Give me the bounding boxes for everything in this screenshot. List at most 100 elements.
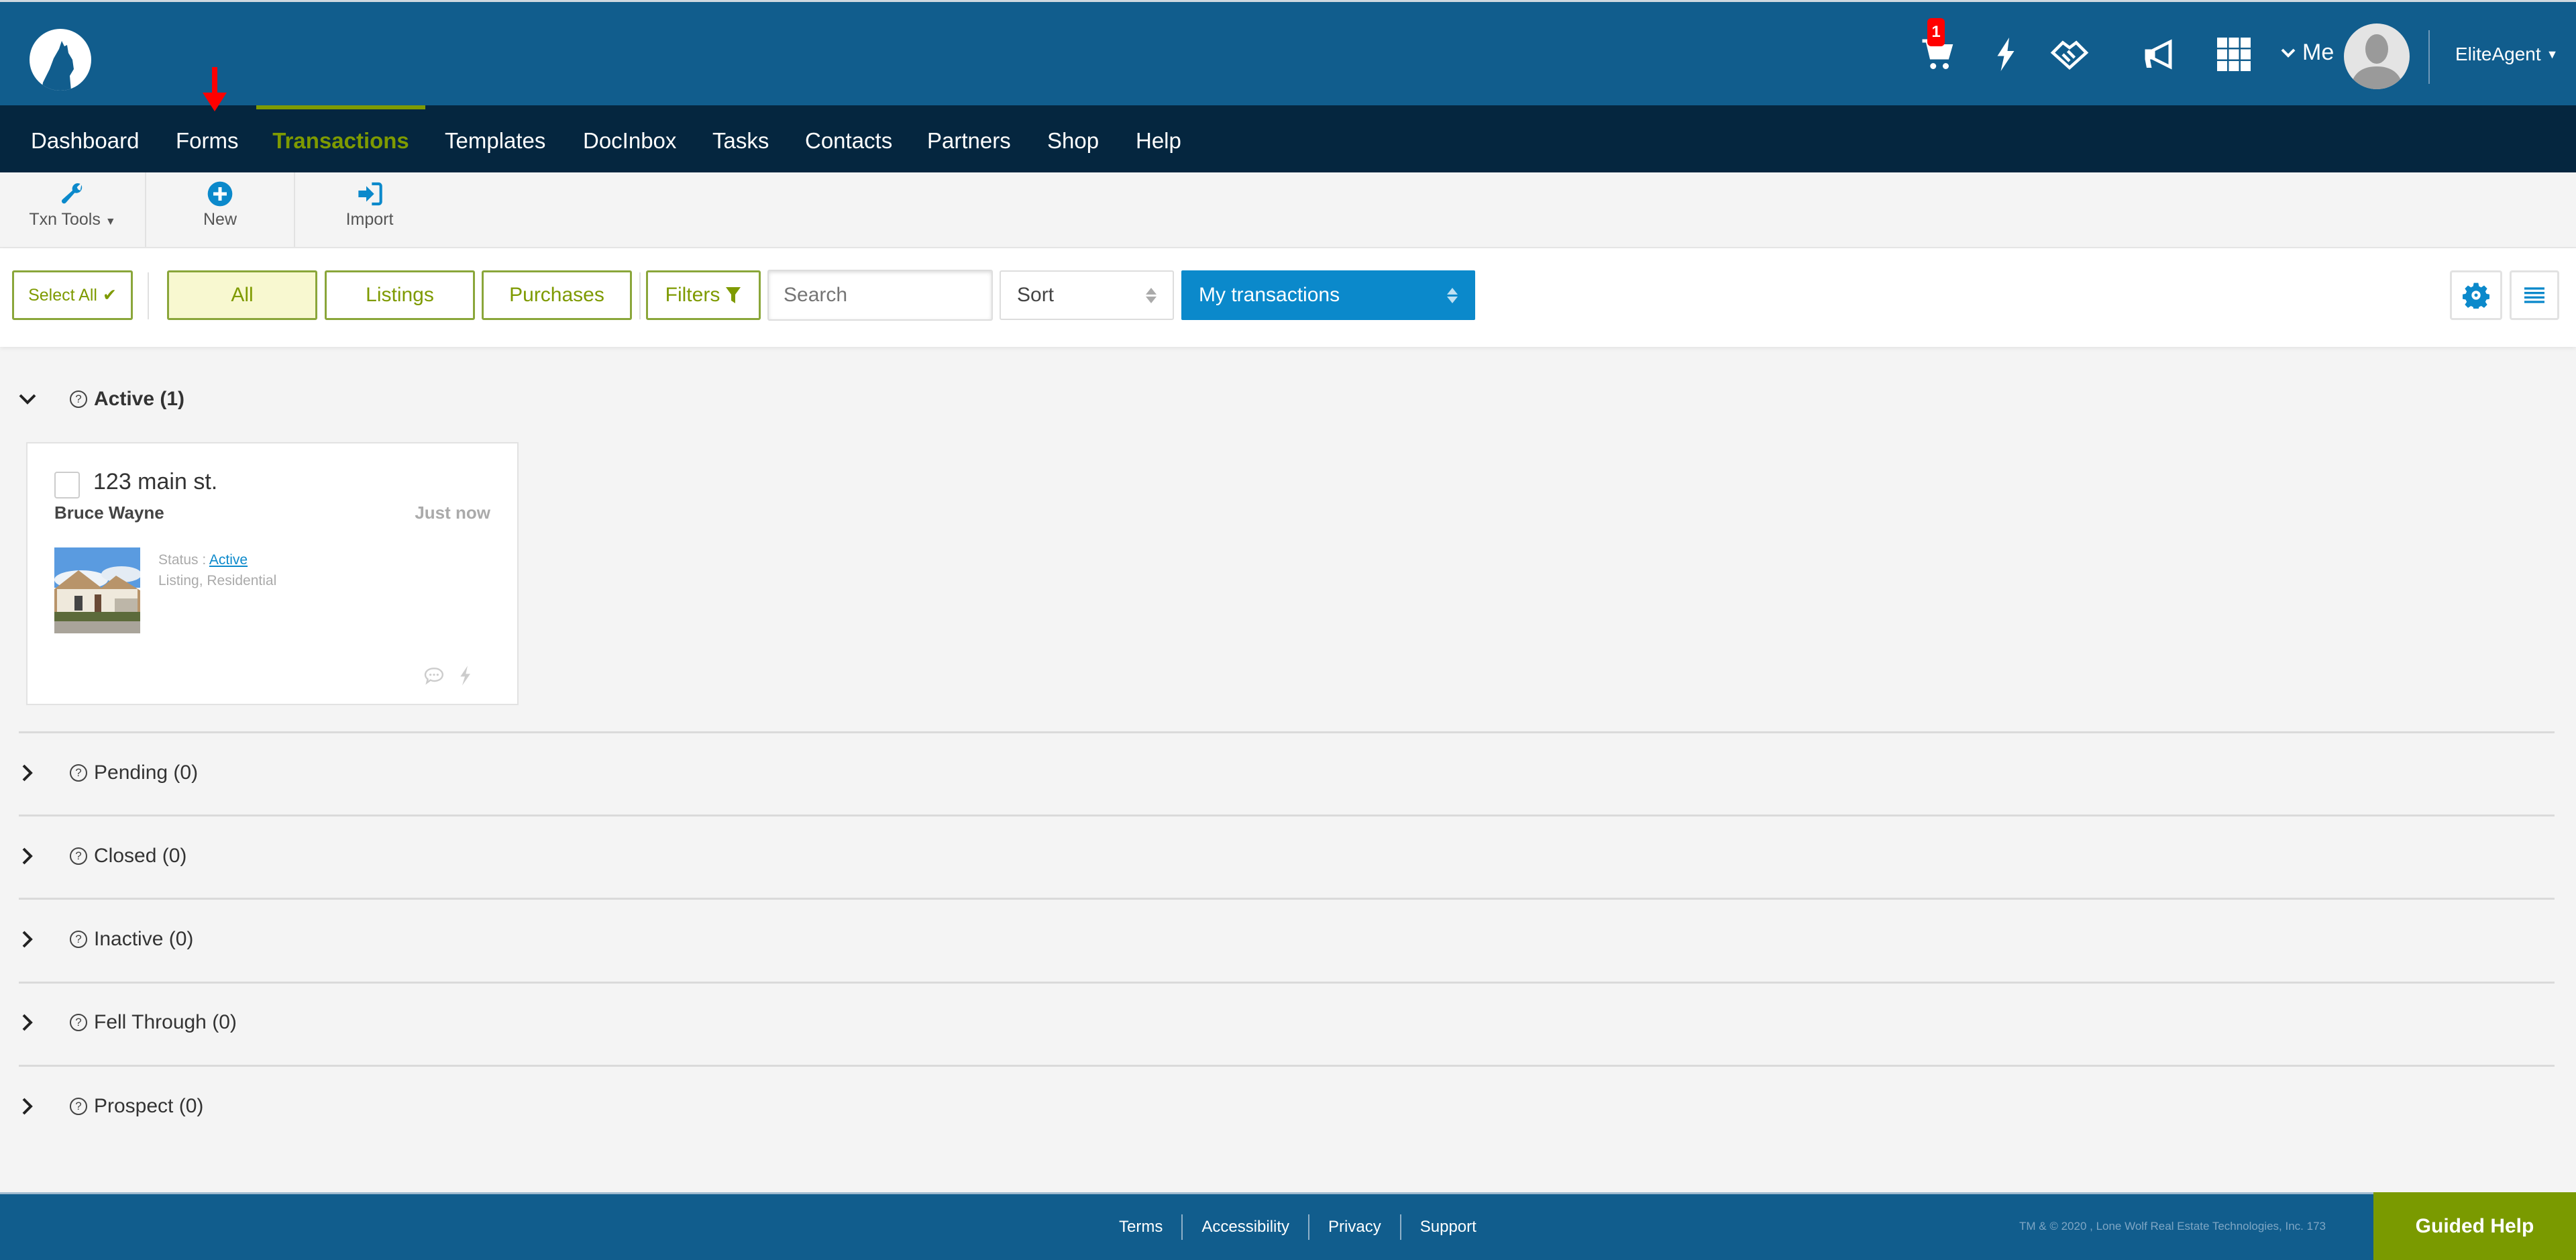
chevron-right-icon <box>17 846 38 866</box>
section-divider <box>19 982 2555 984</box>
cart-badge: 1 <box>1927 18 1945 46</box>
list-icon <box>2524 287 2544 303</box>
me-menu[interactable]: Me <box>2281 40 2334 66</box>
nav-templates[interactable]: Templates <box>445 105 545 172</box>
select-all-button[interactable]: Select All ✔ <box>12 270 133 320</box>
chevron-down-icon <box>17 389 38 409</box>
top-header: 1 Me EliteAgent ▼ <box>0 0 2576 105</box>
section-divider <box>19 898 2555 900</box>
lightning-icon[interactable] <box>454 664 476 688</box>
chevron-right-icon <box>17 763 38 783</box>
nav-transactions[interactable]: Transactions <box>256 105 425 172</box>
user-silhouette-icon <box>2351 34 2403 89</box>
sign-in-icon <box>356 180 383 207</box>
apps-grid-icon[interactable] <box>2214 34 2254 74</box>
sort-arrows-icon <box>1447 287 1458 303</box>
section-divider <box>19 731 2555 733</box>
card-type: Listing, Residential <box>158 573 277 588</box>
account-label: EliteAgent <box>2455 44 2541 64</box>
red-arrow-annotation-icon <box>203 67 227 111</box>
txn-tools-label: Txn Tools <box>29 210 101 229</box>
nav-forms[interactable]: Forms <box>176 105 239 172</box>
select-all-label: Select All <box>28 285 97 305</box>
section-label: Fell Through (0) <box>94 1011 237 1033</box>
megaphone-icon[interactable] <box>2140 34 2180 74</box>
card-timestamp: Just now <box>415 503 490 523</box>
help-circle-icon[interactable]: ? <box>70 931 87 948</box>
main-nav: Dashboard Forms Transactions Templates D… <box>0 105 2576 172</box>
list-view-button[interactable] <box>2510 270 2559 320</box>
me-label: Me <box>2302 40 2334 65</box>
tab-purchases[interactable]: Purchases <box>482 270 632 320</box>
new-button[interactable]: New <box>146 172 295 247</box>
toolbar: Txn Tools ▼ New Import <box>0 172 2576 248</box>
card-address[interactable]: 123 main st. <box>93 469 217 495</box>
nav-tasks[interactable]: Tasks <box>712 105 769 172</box>
header-divider <box>2428 30 2430 84</box>
scope-label: My transactions <box>1199 284 1340 306</box>
transaction-card[interactable]: 123 main st. Bruce Wayne Just now Status… <box>26 442 519 705</box>
lone-wolf-logo[interactable] <box>30 29 91 91</box>
filter-separator <box>148 272 149 319</box>
tab-listings[interactable]: Listings <box>325 270 475 320</box>
wolf-icon <box>42 41 74 91</box>
help-circle-icon[interactable]: ? <box>70 847 87 865</box>
settings-button[interactable] <box>2450 270 2502 320</box>
property-thumbnail[interactable] <box>54 547 140 633</box>
footer-support-link[interactable]: Support <box>1401 1218 1495 1237</box>
account-menu[interactable]: EliteAgent ▼ <box>2455 44 2558 65</box>
tab-all[interactable]: All <box>167 270 317 320</box>
chevron-down-icon <box>2281 48 2296 58</box>
funnel-icon <box>726 287 741 303</box>
nav-dashboard[interactable]: Dashboard <box>31 105 139 172</box>
sort-arrows-icon <box>1146 287 1157 303</box>
section-divider <box>19 815 2555 817</box>
import-label: Import <box>345 210 394 229</box>
import-button[interactable]: Import <box>295 172 444 247</box>
section-label: Inactive (0) <box>94 928 194 950</box>
caret-down-icon: ▼ <box>105 216 116 227</box>
sort-select[interactable]: Sort <box>1000 270 1174 320</box>
help-circle-icon[interactable]: ? <box>70 390 87 408</box>
nav-shop[interactable]: Shop <box>1047 105 1099 172</box>
sort-label: Sort <box>1017 284 1055 306</box>
filter-bar: Select All ✔ All Listings Purchases Filt… <box>0 248 2576 347</box>
section-divider <box>19 1065 2555 1067</box>
section-label: Pending (0) <box>94 762 199 784</box>
footer-links: Terms Accessibility Privacy Support <box>1100 1194 1495 1260</box>
gear-icon <box>2463 282 2489 309</box>
section-label: Active (1) <box>94 388 185 410</box>
new-label: New <box>203 210 237 229</box>
footer-accessibility-link[interactable]: Accessibility <box>1183 1218 1308 1237</box>
avatar[interactable] <box>2344 23 2410 89</box>
guided-help-button[interactable]: Guided Help <box>2373 1192 2576 1260</box>
nav-partners[interactable]: Partners <box>927 105 1011 172</box>
plus-circle-icon <box>207 180 233 207</box>
handshake-icon[interactable] <box>2049 34 2090 74</box>
filters-button[interactable]: Filters <box>646 270 761 320</box>
status-link[interactable]: Active <box>209 552 248 568</box>
txn-tools-button[interactable]: Txn Tools ▼ <box>0 172 146 247</box>
footer-privacy-link[interactable]: Privacy <box>1309 1218 1400 1237</box>
nav-docinbox[interactable]: DocInbox <box>583 105 676 172</box>
help-circle-icon[interactable]: ? <box>70 1014 87 1031</box>
filter-separator <box>639 272 641 319</box>
wrench-icon <box>59 180 86 207</box>
search-input[interactable] <box>767 270 993 321</box>
help-circle-icon[interactable]: ? <box>70 1098 87 1115</box>
chevron-right-icon <box>17 1096 38 1116</box>
transaction-scope-select[interactable]: My transactions <box>1181 270 1475 320</box>
nav-help[interactable]: Help <box>1136 105 1181 172</box>
card-status: Status : Active <box>158 552 248 568</box>
card-checkbox[interactable] <box>54 472 80 498</box>
lightning-icon[interactable] <box>1986 34 2026 74</box>
footer-terms-link[interactable]: Terms <box>1100 1218 1181 1237</box>
footer: Terms Accessibility Privacy Support TM &… <box>0 1192 2576 1260</box>
help-circle-icon[interactable]: ? <box>70 764 87 782</box>
section-label: Prospect (0) <box>94 1095 204 1117</box>
comment-icon[interactable] <box>423 664 445 688</box>
caret-down-icon: ▼ <box>2546 47 2559 61</box>
filters-label: Filters <box>665 284 720 306</box>
nav-contacts[interactable]: Contacts <box>805 105 892 172</box>
check-icon: ✔ <box>102 286 117 305</box>
